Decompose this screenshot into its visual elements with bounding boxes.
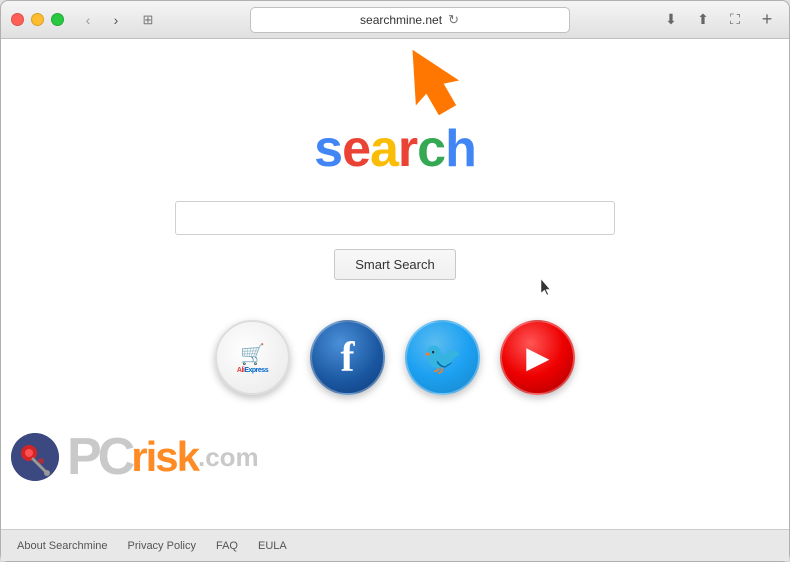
- logo-letter-h: h: [445, 120, 476, 178]
- mouse-cursor: [541, 279, 551, 295]
- twitter-icon[interactable]: 🐦: [405, 320, 480, 395]
- url-text: searchmine.net: [360, 13, 442, 27]
- footer-eula-link[interactable]: EULA: [258, 540, 287, 552]
- watermark: PC risk .com: [1, 417, 789, 497]
- download-icon[interactable]: ⬇: [659, 8, 683, 32]
- facebook-f-letter: f: [341, 337, 355, 379]
- logo-letter-e: e: [342, 120, 370, 178]
- logo-letter-s: s: [314, 120, 342, 178]
- search-logo: search: [314, 119, 476, 179]
- pcrisk-pc-text: PC: [67, 431, 131, 483]
- pcrisk-ball-icon: [11, 433, 59, 481]
- youtube-icon[interactable]: ▶: [500, 320, 575, 395]
- close-button[interactable]: [11, 13, 24, 26]
- logo-letter-c: c: [417, 120, 445, 178]
- pcrisk-risk-text: risk: [131, 436, 198, 478]
- logo-letter-r: r: [398, 120, 417, 178]
- footer-faq-link[interactable]: FAQ: [216, 540, 238, 552]
- minimize-button[interactable]: [31, 13, 44, 26]
- maximize-button[interactable]: [51, 13, 64, 26]
- traffic-lights: [11, 13, 64, 26]
- reader-button[interactable]: ⊞: [136, 8, 160, 32]
- aliexpress-label: AliExpress: [237, 367, 268, 374]
- reload-button[interactable]: ↻: [448, 12, 459, 28]
- pcrisk-com-text: .com: [198, 442, 259, 473]
- page-footer: About Searchmine Privacy Policy FAQ EULA: [1, 529, 789, 561]
- smart-search-button[interactable]: Smart Search: [334, 249, 455, 280]
- address-bar-container: searchmine.net ↻: [168, 7, 651, 33]
- youtube-play-icon: ▶: [527, 341, 549, 374]
- aliexpress-icon[interactable]: 🛒 AliExpress: [215, 320, 290, 395]
- back-button[interactable]: ‹: [76, 8, 100, 32]
- footer-privacy-link[interactable]: Privacy Policy: [128, 540, 196, 552]
- address-bar[interactable]: searchmine.net ↻: [250, 7, 570, 33]
- share-icon[interactable]: ⬆: [691, 8, 715, 32]
- search-input[interactable]: [175, 201, 615, 235]
- browser-window: ‹ › ⊞ searchmine.net ↻ ⬇ ⬆ ⛶ + search: [0, 0, 790, 562]
- footer-about-link[interactable]: About Searchmine: [17, 540, 108, 552]
- page-content: search Smart Search 🛒 AliExpress f 🐦: [1, 39, 789, 529]
- social-icons-row: 🛒 AliExpress f 🐦 ▶: [215, 320, 575, 395]
- forward-button[interactable]: ›: [104, 8, 128, 32]
- logo-letter-a: a: [370, 120, 398, 178]
- aliexpress-cart-icon: 🛒: [240, 342, 265, 367]
- window-icon[interactable]: ⛶: [723, 8, 747, 32]
- search-input-container: [175, 201, 615, 235]
- toolbar-right: ⬇ ⬆ ⛶ +: [659, 8, 779, 32]
- search-button-container: Smart Search: [334, 249, 455, 280]
- facebook-icon[interactable]: f: [310, 320, 385, 395]
- pcrisk-logo: PC risk .com: [1, 431, 259, 483]
- nav-buttons: ‹ › ⊞: [76, 8, 160, 32]
- twitter-bird-icon: 🐦: [423, 339, 463, 377]
- title-bar: ‹ › ⊞ searchmine.net ↻ ⬇ ⬆ ⛶ +: [1, 1, 789, 39]
- new-tab-button[interactable]: +: [755, 8, 779, 32]
